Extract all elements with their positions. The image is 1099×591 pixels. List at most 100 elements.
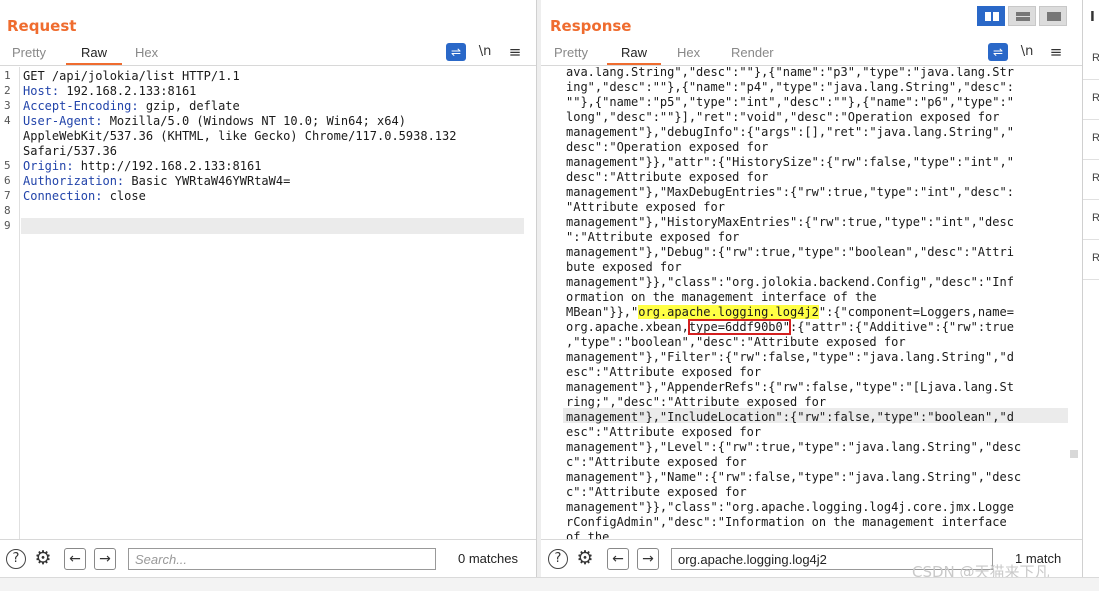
line-number: 3 (4, 99, 11, 112)
request-settings-icon[interactable]: ⚙ (33, 549, 53, 569)
request-tab-hex[interactable]: Hex (135, 43, 158, 65)
request-line: GET /api/jolokia/list HTTP/1.1 (23, 69, 240, 83)
line-number: 5 (4, 159, 11, 172)
request-prev-match-icon[interactable]: ← (64, 548, 86, 570)
line-number: 6 (4, 174, 11, 187)
response-tab-pretty[interactable]: Pretty (554, 43, 588, 65)
header-value: http://192.168.2.133:8161 (73, 159, 262, 173)
response-menu-icon[interactable]: ≡ (1046, 43, 1066, 61)
response-help-icon[interactable]: ? (548, 549, 568, 569)
header-value: 192.168.2.133:8161 (59, 84, 197, 98)
response-line: "Attribute exposed for (566, 200, 725, 214)
burp-repeater-view: Request Pretty Raw Hex ⇌ \n ≡ 1 2 3 4 5 6 7 8 9 … (0, 0, 1099, 591)
layout-stacked-button[interactable] (1008, 6, 1036, 26)
response-line: management"},"AppenderRefs":{"rw":false,… (566, 380, 1014, 394)
response-line: rConfigAdmin","desc":"Information on the… (566, 515, 1007, 529)
header-name: Origin: (23, 159, 74, 173)
response-line: desc":"Attribute exposed for (566, 170, 769, 184)
inspector-item[interactable]: R (1083, 120, 1099, 160)
request-search-bar: ? ⚙ ← → 0 matches (0, 539, 536, 577)
response-line: ring;","desc":"Attribute exposed for (566, 395, 827, 409)
layout-side-by-side-button[interactable] (977, 6, 1005, 26)
request-line: Host: 192.168.2.133:8161 (23, 84, 196, 98)
request-wrap-icon[interactable]: ⇌ (446, 43, 466, 61)
request-line: Connection: close (23, 189, 146, 203)
response-settings-icon[interactable]: ⚙ (575, 549, 595, 569)
request-line: AppleWebKit/537.36 (KHTML, like Gecko) C… (23, 129, 456, 143)
layout-toggle (977, 6, 1069, 26)
line-number: 4 (4, 114, 11, 127)
header-value: Basic YWRtaW46YWRtaW4= (124, 174, 291, 188)
header-value: Mozilla/5.0 (Windows NT 10.0; Win64; x64… (102, 114, 406, 128)
inspector-item[interactable]: R (1083, 240, 1099, 280)
header-name: Host: (23, 84, 60, 98)
request-newline-icon[interactable]: \n (475, 43, 495, 61)
response-line: desc":"Operation exposed for (566, 140, 769, 154)
response-next-match-icon[interactable]: → (637, 548, 659, 570)
request-line: User-Agent: Mozilla/5.0 (Windows NT 10.0… (23, 114, 406, 128)
response-line: ing","desc":""},{"name":"p4","type":"jav… (566, 80, 1014, 94)
response-line: ava.lang.String","desc":""},{"name":"p3"… (566, 67, 1014, 79)
response-line: ""},{"name":"p5","type":"int","desc":""}… (566, 95, 1014, 109)
response-text: ":{"component=Loggers,name= (818, 305, 1014, 319)
request-menu-icon[interactable]: ≡ (505, 43, 525, 61)
response-line: ,"type":"boolean","desc":"Attribute expo… (566, 335, 906, 349)
request-editor[interactable]: 1 2 3 4 5 6 7 8 9 GET /api/jolokia/list HTTP/1.1… (0, 67, 536, 539)
response-scrollbar[interactable] (1070, 450, 1078, 458)
request-cursor-row (21, 218, 524, 234)
request-gutter: 1 2 3 4 5 6 7 8 9 (0, 67, 20, 539)
response-tab-raw[interactable]: Raw (607, 43, 661, 65)
request-help-icon[interactable]: ? (6, 549, 26, 569)
header-name: Connection: (23, 189, 103, 203)
inspector-label: I (1090, 10, 1095, 25)
request-search-input[interactable] (128, 548, 436, 570)
inspector-item[interactable]: R (1083, 200, 1099, 240)
request-pane: Request Pretty Raw Hex ⇌ \n ≡ 1 2 3 4 5 6 7 8 9 … (0, 0, 537, 577)
response-wrap-icon[interactable]: ⇌ (988, 43, 1008, 61)
request-line: Authorization: Basic YWRtaW46YWRtaW4= (23, 174, 290, 188)
response-line: management"},"MaxDebugEntries":{"rw":tru… (566, 185, 1014, 199)
response-tab-hex[interactable]: Hex (677, 43, 700, 65)
response-line: c":"Attribute exposed for (566, 455, 747, 469)
single-pane-icon (1047, 12, 1061, 21)
response-line: management"}},"attr":{"HistorySize":{"rw… (566, 155, 1014, 169)
response-line: management"},"debugInfo":{"args":[],"ret… (566, 125, 1014, 139)
header-value: gzip, deflate (138, 99, 240, 113)
header-value: AppleWebKit/537.36 (KHTML, like Gecko) C… (23, 129, 457, 143)
request-match-count: 0 matches (458, 551, 518, 566)
inspector-item[interactable]: R (1083, 80, 1099, 120)
response-pane: Response Pretty Raw Hex Render ⇌ \n ≡ av… (541, 0, 1082, 577)
request-line: Origin: http://192.168.2.133:8161 (23, 159, 261, 173)
response-text: MBean"}}," (566, 305, 639, 319)
line-number: 8 (4, 204, 11, 217)
request-line: Accept-Encoding: gzip, deflate (23, 99, 240, 113)
header-value: close (102, 189, 146, 203)
response-line: management"}},"class":"org.jolokia.backe… (566, 275, 1014, 289)
header-name: Accept-Encoding: (23, 99, 139, 113)
inspector-item[interactable]: R (1083, 40, 1099, 80)
response-tab-render[interactable]: Render (731, 43, 774, 65)
response-newline-icon[interactable]: \n (1017, 43, 1037, 61)
search-match-highlight: org.apache.logging.log4j2 (638, 305, 819, 319)
response-line: long","desc":""}],"ret":"void","desc":"O… (566, 110, 1000, 124)
response-line: c":"Attribute exposed for (566, 485, 747, 499)
request-next-match-icon[interactable]: → (94, 548, 116, 570)
response-text: org.apache.xbean, (566, 320, 689, 334)
header-value: GET /api/jolokia/list HTTP/1.1 (23, 69, 240, 83)
line-number: 9 (4, 219, 11, 232)
request-tab-pretty[interactable]: Pretty (12, 43, 46, 65)
request-line: Safari/537.36 (23, 144, 117, 158)
rows-icon (1016, 12, 1030, 21)
response-prev-match-icon[interactable]: ← (607, 548, 629, 570)
inspector-item[interactable]: R (1083, 160, 1099, 200)
response-line: management"},"Debug":{"rw":true,"type":"… (566, 245, 1014, 259)
response-line: esc":"Attribute exposed for (566, 425, 762, 439)
status-strip (0, 577, 1099, 591)
request-title: Request (7, 17, 77, 35)
response-line: management"},"HistoryMaxEntries":{"rw":t… (566, 215, 1014, 229)
request-tab-raw[interactable]: Raw (66, 43, 122, 65)
line-number: 1 (4, 69, 11, 82)
layout-tabs-button[interactable] (1039, 6, 1067, 26)
header-name: User-Agent: (23, 114, 103, 128)
response-editor[interactable]: ava.lang.String","desc":""},{"name":"p3"… (541, 67, 1082, 539)
